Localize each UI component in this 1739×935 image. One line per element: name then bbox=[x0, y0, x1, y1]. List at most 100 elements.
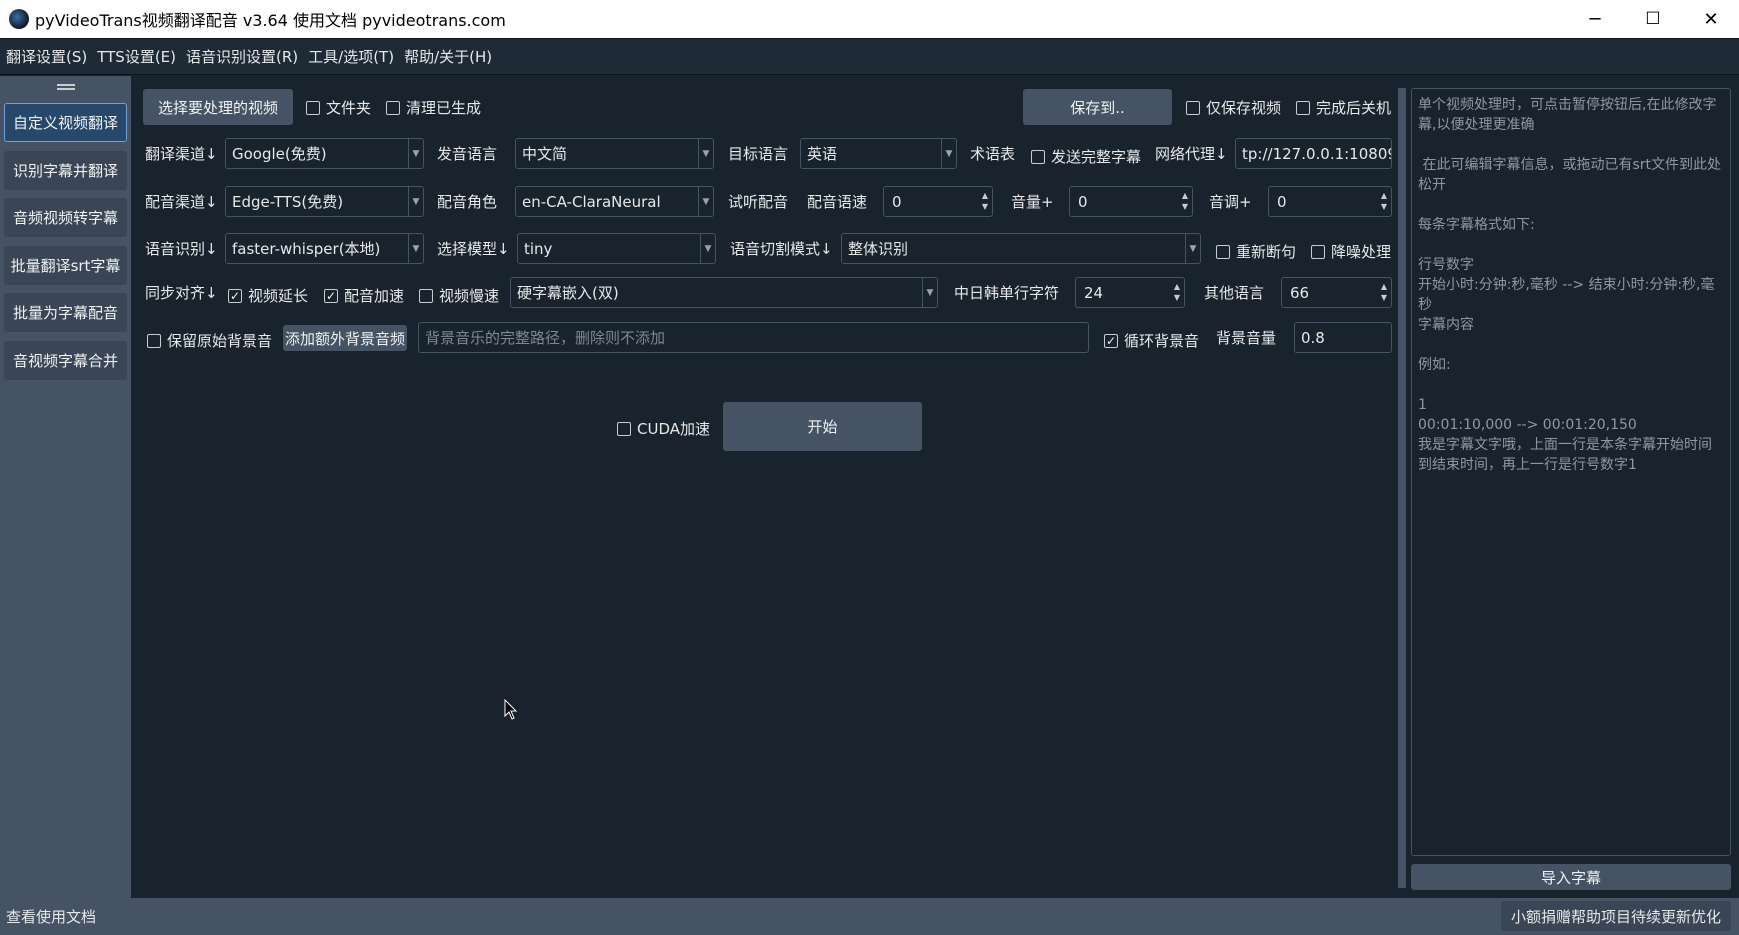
other-lang-chars-spinbox[interactable]: 66 ▲ ▼ bbox=[1281, 277, 1392, 308]
sidebar-item-av-to-subtitle[interactable]: 音频视频转字幕 bbox=[4, 198, 127, 237]
import-subtitle-button[interactable]: 导入字幕 bbox=[1411, 864, 1731, 890]
loop-bgm-checkbox[interactable]: ✓ 循环背景音 bbox=[1104, 330, 1199, 351]
chevron-down-icon: ▼ bbox=[922, 278, 937, 307]
minimize-button[interactable]: ─ bbox=[1566, 0, 1624, 38]
pitch-label: 音调+ bbox=[1209, 193, 1252, 211]
cuda-checkbox[interactable]: CUDA加速 bbox=[617, 418, 710, 439]
model-label[interactable]: 选择模型↓ bbox=[437, 239, 510, 259]
close-button[interactable]: ✕ bbox=[1682, 0, 1739, 38]
donate-button[interactable]: 小额捐赠帮助项目待续更新优化 bbox=[1500, 901, 1731, 931]
sidebar-item-custom-video-translate[interactable]: 自定义视频翻译 bbox=[4, 103, 127, 142]
glossary-label[interactable]: 术语表 bbox=[970, 144, 1015, 164]
drag-handle-icon[interactable] bbox=[57, 84, 75, 90]
asr-label[interactable]: 语音识别↓ bbox=[145, 239, 218, 259]
spin-down-icon[interactable]: ▼ bbox=[1381, 201, 1387, 212]
sidebar-item-batch-dub[interactable]: 批量为字幕配音 bbox=[4, 293, 127, 332]
volume-spinbox[interactable]: 0 ▲ ▼ bbox=[1069, 186, 1193, 217]
spin-up-icon[interactable]: ▲ bbox=[1174, 281, 1180, 292]
menu-help[interactable]: 帮助/关于(H) bbox=[404, 46, 492, 67]
video-slowdown-checkbox[interactable]: 视频慢速 bbox=[419, 285, 499, 306]
window-titlebar: pyVideoTrans视频翻译配音 v3.64 使用文档 pyvideotra… bbox=[0, 0, 1739, 38]
start-button[interactable]: 开始 bbox=[723, 402, 922, 451]
maximize-button[interactable]: ☐ bbox=[1624, 0, 1682, 38]
sidebar-item-recognize-translate[interactable]: 识别字幕并翻译 bbox=[4, 151, 127, 190]
select-video-button[interactable]: 选择要处理的视频 bbox=[143, 89, 293, 125]
menu-bar: 翻译设置(S) TTS设置(E) 语音识别设置(R) 工具/选项(T) 帮助/关… bbox=[0, 38, 1739, 75]
subtitle-embed-select[interactable]: 硬字幕嵌入(双) ▼ bbox=[510, 277, 938, 308]
status-bar: 查看使用文档 小额捐赠帮助项目待续更新优化 bbox=[0, 898, 1739, 935]
dub-speedup-checkbox[interactable]: ✓ 配音加速 bbox=[324, 285, 404, 306]
chevron-down-icon: ▼ bbox=[408, 187, 423, 216]
video-extend-checkbox[interactable]: ✓ 视频延长 bbox=[228, 285, 308, 306]
translate-channel-label[interactable]: 翻译渠道↓ bbox=[145, 144, 218, 164]
checkmark-icon: ✓ bbox=[1104, 333, 1118, 348]
source-language-select[interactable]: 中文简 ▼ bbox=[515, 138, 714, 169]
dub-speed-spinbox[interactable]: 0 ▲ ▼ bbox=[883, 186, 993, 217]
pitch-spinbox[interactable]: 0 ▲ ▼ bbox=[1268, 186, 1392, 217]
denoise-checkbox[interactable]: 降噪处理 bbox=[1311, 241, 1391, 262]
resegment-checkbox[interactable]: 重新断句 bbox=[1216, 241, 1296, 262]
spin-down-icon[interactable]: ▼ bbox=[1174, 292, 1180, 303]
menu-translate-settings[interactable]: 翻译设置(S) bbox=[6, 46, 87, 67]
spin-down-icon[interactable]: ▼ bbox=[1182, 201, 1188, 212]
spin-down-icon[interactable]: ▼ bbox=[982, 201, 988, 212]
add-bgm-button[interactable]: 添加额外背景音频 bbox=[283, 325, 407, 351]
spin-up-icon[interactable]: ▲ bbox=[1182, 190, 1188, 201]
bgm-volume-input[interactable]: 0.8 bbox=[1294, 322, 1392, 353]
dub-role-label: 配音角色 bbox=[437, 193, 498, 211]
checkbox-icon bbox=[1031, 149, 1045, 164]
checkmark-icon: ✓ bbox=[324, 288, 338, 303]
checkbox-icon bbox=[386, 100, 400, 115]
spin-up-icon[interactable]: ▲ bbox=[982, 190, 988, 201]
asr-engine-select[interactable]: faster-whisper(本地) ▼ bbox=[225, 233, 424, 264]
clear-generated-checkbox[interactable]: 清理已生成 bbox=[386, 97, 481, 118]
bgm-volume-label: 背景音量 bbox=[1216, 329, 1277, 347]
target-language-label: 目标语言 bbox=[728, 145, 789, 163]
sync-align-label[interactable]: 同步对齐↓ bbox=[145, 283, 218, 303]
folder-checkbox[interactable]: 文件夹 bbox=[306, 97, 371, 118]
sidebar-item-av-merge[interactable]: 音视频字幕合并 bbox=[4, 341, 127, 380]
checkbox-icon bbox=[1186, 100, 1200, 115]
other-lang-chars-label: 其他语言 bbox=[1204, 284, 1265, 302]
dub-channel-select[interactable]: Edge-TTS(免费) ▼ bbox=[225, 186, 424, 217]
chevron-down-icon: ▼ bbox=[700, 234, 715, 263]
model-select[interactable]: tiny ▼ bbox=[517, 233, 716, 264]
save-to-button[interactable]: 保存到.. bbox=[1023, 89, 1172, 125]
splitter-handle[interactable] bbox=[1398, 88, 1406, 888]
subtitle-editor-textarea[interactable]: 单个视频处理时，可点击暂停按钮后,在此修改字幕,以便处理更准确 在此可编辑字幕信… bbox=[1411, 88, 1731, 856]
preview-dub-button[interactable]: 试听配音 bbox=[728, 192, 788, 212]
chevron-down-icon: ▼ bbox=[941, 139, 956, 168]
spin-up-icon[interactable]: ▲ bbox=[1381, 190, 1387, 201]
send-full-subtitle-checkbox[interactable]: 发送完整字幕 bbox=[1031, 146, 1141, 167]
menu-tts-settings[interactable]: TTS设置(E) bbox=[97, 46, 176, 67]
dub-role-select[interactable]: en-CA-ClaraNeural ▼ bbox=[515, 186, 714, 217]
chevron-down-icon: ▼ bbox=[698, 187, 713, 216]
shutdown-after-checkbox[interactable]: 完成后关机 bbox=[1296, 97, 1391, 118]
proxy-label[interactable]: 网络代理↓ bbox=[1155, 144, 1228, 164]
checkbox-icon bbox=[419, 288, 433, 303]
spin-up-icon[interactable]: ▲ bbox=[1381, 281, 1387, 292]
proxy-input[interactable]: tp://127.0.0.1:10809 bbox=[1235, 138, 1392, 169]
checkbox-icon bbox=[147, 333, 161, 348]
menu-asr-settings[interactable]: 语音识别设置(R) bbox=[186, 46, 298, 67]
sidebar-item-batch-srt-translate[interactable]: 批量翻译srt字幕 bbox=[4, 246, 127, 285]
checkbox-icon bbox=[617, 421, 631, 436]
keep-original-bgm-checkbox[interactable]: 保留原始背景音 bbox=[147, 330, 272, 351]
checkbox-icon bbox=[306, 100, 320, 115]
cjk-chars-spinbox[interactable]: 24 ▲ ▼ bbox=[1075, 277, 1185, 308]
menu-tools[interactable]: 工具/选项(T) bbox=[308, 46, 394, 67]
target-language-select[interactable]: 英语 ▼ bbox=[800, 138, 957, 169]
checkbox-icon bbox=[1216, 244, 1230, 259]
save-video-only-checkbox[interactable]: 仅保存视频 bbox=[1186, 97, 1281, 118]
source-language-label: 发音语言 bbox=[437, 145, 498, 163]
split-mode-select[interactable]: 整体识别 ▼ bbox=[841, 233, 1201, 264]
translate-channel-select[interactable]: Google(免费) ▼ bbox=[225, 138, 424, 169]
dub-channel-label[interactable]: 配音渠道↓ bbox=[145, 192, 218, 212]
mouse-pointer-icon bbox=[504, 699, 518, 720]
split-mode-label[interactable]: 语音切割模式↓ bbox=[730, 239, 833, 259]
chevron-down-icon: ▼ bbox=[698, 139, 713, 168]
view-docs-link[interactable]: 查看使用文档 bbox=[6, 906, 96, 927]
checkmark-icon: ✓ bbox=[228, 288, 242, 303]
bgm-path-input[interactable]: 背景音乐的完整路径，删除则不添加 bbox=[418, 322, 1089, 353]
spin-down-icon[interactable]: ▼ bbox=[1381, 292, 1387, 303]
